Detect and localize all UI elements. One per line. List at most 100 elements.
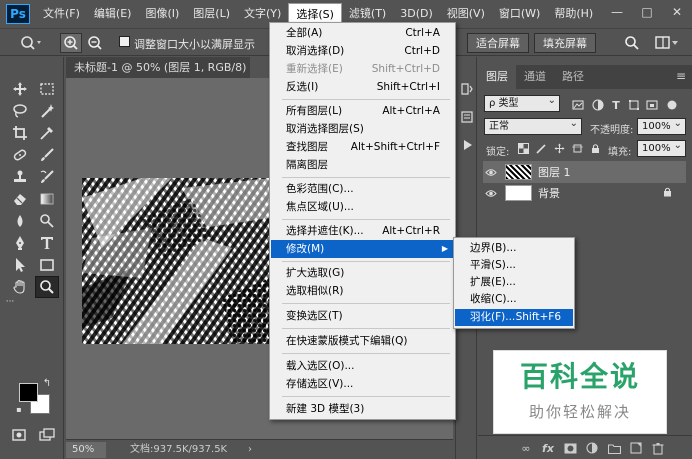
add-mask-icon[interactable]: [562, 440, 578, 456]
submenu-item-expand[interactable]: 扩展(E)...: [455, 274, 573, 291]
filter-adjustment-icon[interactable]: [590, 97, 606, 113]
resize-windows-checkbox[interactable]: [119, 36, 130, 47]
marquee-tool-icon[interactable]: [36, 79, 58, 99]
hand-tool-icon[interactable]: [9, 277, 31, 297]
panel-menu-icon[interactable]: ≡: [676, 69, 686, 83]
delete-layer-icon[interactable]: [650, 440, 666, 456]
menu-item-inverse[interactable]: 反选(I) Shift+Ctrl+I: [271, 78, 454, 96]
fill-field[interactable]: 100%: [637, 140, 686, 157]
brush-tool-icon[interactable]: [36, 145, 58, 165]
menu-window[interactable]: 窗口(W): [492, 3, 547, 25]
menu-help[interactable]: 帮助(H): [547, 3, 600, 25]
submenu-item-feather[interactable]: 羽化(F)... Shift+F6: [455, 309, 573, 326]
menu-item-similar[interactable]: 选取相似(R): [271, 282, 454, 300]
status-menu-arrow-icon[interactable]: ›: [248, 442, 252, 458]
zoom-out-icon[interactable]: [84, 33, 106, 53]
submenu-item-contract[interactable]: 收缩(C)...: [455, 291, 573, 308]
filter-smart-object-icon[interactable]: [644, 97, 660, 113]
eyedropper-tool-icon[interactable]: [36, 123, 58, 143]
menu-item-select-all[interactable]: 全部(A) Ctrl+A: [271, 24, 454, 42]
adjustment-layer-icon[interactable]: [584, 440, 600, 456]
link-layers-icon[interactable]: ∞: [518, 440, 534, 456]
swap-colors-icon[interactable]: ↰: [40, 377, 54, 389]
zoom-in-icon[interactable]: [60, 33, 82, 53]
menu-item-color-range[interactable]: 色彩范围(C)...: [271, 180, 454, 198]
fx-icon[interactable]: fx: [540, 440, 556, 456]
filter-toggle-icon[interactable]: [664, 97, 680, 113]
menu-edit[interactable]: 编辑(E): [87, 3, 139, 25]
menu-item-deselect[interactable]: 取消选择(D) Ctrl+D: [271, 42, 454, 60]
workspace-switcher-icon[interactable]: [652, 33, 682, 53]
menu-layer[interactable]: 图层(L): [186, 3, 237, 25]
menu-item-grow[interactable]: 扩大选取(G): [271, 264, 454, 282]
new-group-icon[interactable]: [606, 440, 622, 456]
tab-layers[interactable]: 图层: [478, 65, 516, 89]
quick-mask-icon[interactable]: [8, 425, 30, 445]
rectangle-tool-icon[interactable]: [36, 255, 58, 275]
foreground-color-swatch[interactable]: [19, 383, 38, 402]
lock-transparent-pixels-icon[interactable]: [516, 141, 530, 155]
menu-item-modify[interactable]: 修改(M) ▶: [271, 240, 454, 258]
zoom-tool-icon[interactable]: [35, 276, 59, 298]
healing-brush-tool-icon[interactable]: [9, 145, 31, 165]
dodge-tool-icon[interactable]: [36, 211, 58, 231]
maximize-button[interactable]: □: [632, 0, 662, 24]
submenu-item-smooth[interactable]: 平滑(S)...: [455, 257, 573, 274]
zoom-level-field[interactable]: 50%: [66, 442, 106, 458]
new-layer-icon[interactable]: [628, 440, 644, 456]
lock-all-icon[interactable]: [588, 141, 602, 155]
screen-mode-icon[interactable]: [36, 425, 58, 445]
menu-item-load-selection[interactable]: 载入选区(O)...: [271, 357, 454, 375]
menu-item-transform-selection[interactable]: 变换选区(T): [271, 307, 454, 325]
search-icon[interactable]: [622, 33, 642, 53]
clone-stamp-tool-icon[interactable]: [9, 167, 31, 187]
path-selection-tool-icon[interactable]: [9, 255, 31, 275]
actions-play-icon[interactable]: [459, 137, 475, 153]
filter-shape-icon[interactable]: [626, 97, 642, 113]
tab-channels[interactable]: 通道: [516, 65, 554, 89]
menu-item-quick-mask[interactable]: 在快速蒙版模式下编辑(Q): [271, 332, 454, 350]
filter-pixel-icon[interactable]: [570, 97, 586, 113]
lock-position-icon[interactable]: [552, 141, 566, 155]
blend-mode-select[interactable]: 正常: [484, 118, 582, 135]
submenu-item-border[interactable]: 边界(B)...: [455, 240, 573, 257]
menu-item-deselect-layers[interactable]: 取消选择图层(S): [271, 120, 454, 138]
properties-panel-icon[interactable]: [459, 109, 475, 125]
lock-image-pixels-icon[interactable]: [534, 141, 548, 155]
layer-row-layer1[interactable]: 图层 1: [483, 161, 686, 183]
lasso-tool-icon[interactable]: [9, 101, 31, 121]
blur-tool-icon[interactable]: [9, 211, 31, 231]
menu-item-focus-area[interactable]: 焦点区域(U)...: [271, 198, 454, 216]
menu-image[interactable]: 图像(I): [138, 3, 186, 25]
visibility-eye-icon[interactable]: [483, 182, 499, 204]
menu-file[interactable]: 文件(F): [36, 3, 87, 25]
eraser-tool-icon[interactable]: [9, 189, 31, 209]
menu-item-save-selection[interactable]: 存储选区(V)...: [271, 375, 454, 393]
minimize-button[interactable]: —: [602, 0, 632, 24]
zoom-tool-preset-icon[interactable]: [18, 33, 44, 53]
tab-paths[interactable]: 路径: [554, 65, 592, 89]
default-colors-icon[interactable]: ▪: [14, 404, 24, 414]
menu-item-isolate-layers[interactable]: 隔离图层: [271, 156, 454, 174]
move-tool-icon[interactable]: [9, 79, 31, 99]
menu-item-select-and-mask[interactable]: 选择并遮住(K)... Alt+Ctrl+R: [271, 222, 454, 240]
close-button[interactable]: ✕: [662, 0, 692, 24]
lock-artboard-icon[interactable]: [570, 141, 584, 155]
magic-wand-tool-icon[interactable]: [36, 101, 58, 121]
layer-filter-kind-select[interactable]: ρ 类型: [484, 95, 560, 112]
history-brush-tool-icon[interactable]: [36, 167, 58, 187]
menu-item-all-layers[interactable]: 所有图层(L) Alt+Ctrl+A: [271, 102, 454, 120]
opacity-field[interactable]: 100%: [637, 118, 686, 135]
menu-item-new-3d-model[interactable]: 新建 3D 模型(3): [271, 400, 454, 418]
fit-screen-button[interactable]: 适合屏幕: [467, 33, 529, 53]
history-panel-icon[interactable]: [459, 81, 475, 97]
visibility-eye-icon[interactable]: [483, 161, 499, 183]
crop-tool-icon[interactable]: [9, 123, 31, 143]
document-tab[interactable]: 未标题-1 @ 50% (图层 1, RGB/8) * ×: [66, 57, 250, 78]
filter-type-icon[interactable]: T: [608, 97, 624, 113]
layer-row-background[interactable]: 背景: [483, 182, 686, 204]
pen-tool-icon[interactable]: [9, 233, 31, 253]
fill-screen-button[interactable]: 填充屏幕: [534, 33, 596, 53]
more-tools-icon[interactable]: ···: [4, 297, 16, 307]
type-tool-icon[interactable]: [36, 233, 58, 253]
